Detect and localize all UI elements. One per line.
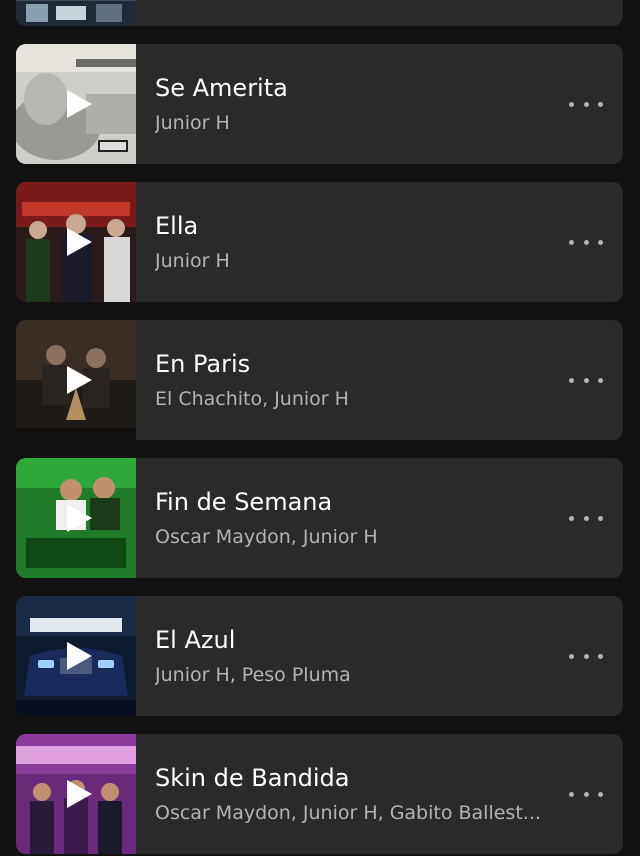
more-options-icon[interactable]	[569, 646, 603, 666]
track-card[interactable]: Ella Junior H	[16, 182, 623, 302]
track-title: En Paris	[155, 350, 251, 378]
more-options-icon[interactable]	[569, 232, 603, 252]
album-cover-image	[16, 0, 136, 26]
play-icon[interactable]	[64, 502, 94, 534]
play-icon[interactable]	[64, 364, 94, 396]
more-options-icon[interactable]	[569, 508, 603, 528]
track-title: Ella	[155, 212, 199, 240]
play-icon[interactable]	[64, 226, 94, 258]
more-options-icon[interactable]	[569, 370, 603, 390]
track-artists: El Chachito, Junior H	[155, 388, 349, 410]
track-title: Fin de Semana	[155, 488, 333, 516]
album-art[interactable]	[16, 734, 136, 854]
play-icon[interactable]	[64, 778, 94, 810]
track-list: Se Amerita Junior H Ella Junior H En Par…	[0, 0, 640, 856]
track-card[interactable]: El Azul Junior H, Peso Pluma	[16, 596, 623, 716]
track-card[interactable]: En Paris El Chachito, Junior H	[16, 320, 623, 440]
track-title: Skin de Bandida	[155, 764, 350, 792]
track-title: Se Amerita	[155, 74, 288, 102]
track-card[interactable]: Se Amerita Junior H	[16, 44, 623, 164]
track-card[interactable]: Fin de Semana Oscar Maydon, Junior H	[16, 458, 623, 578]
track-artists: Junior H	[155, 112, 230, 134]
track-title: El Azul	[155, 626, 236, 654]
album-art[interactable]	[16, 458, 136, 578]
more-options-icon[interactable]	[569, 784, 603, 804]
play-icon[interactable]	[64, 640, 94, 672]
track-card[interactable]	[16, 0, 623, 26]
more-options-icon[interactable]	[569, 94, 603, 114]
play-icon[interactable]	[64, 88, 94, 120]
album-art[interactable]	[16, 0, 136, 26]
album-art[interactable]	[16, 320, 136, 440]
track-artists: Junior H	[155, 250, 230, 272]
track-card[interactable]: Skin de Bandida Oscar Maydon, Junior H, …	[16, 734, 623, 854]
track-artists: Oscar Maydon, Junior H	[155, 526, 378, 548]
album-art[interactable]	[16, 596, 136, 716]
album-art[interactable]	[16, 44, 136, 164]
album-art[interactable]	[16, 182, 136, 302]
track-artists: Oscar Maydon, Junior H, Gabito Ballest..…	[155, 802, 541, 824]
track-artists: Junior H, Peso Pluma	[155, 664, 351, 686]
